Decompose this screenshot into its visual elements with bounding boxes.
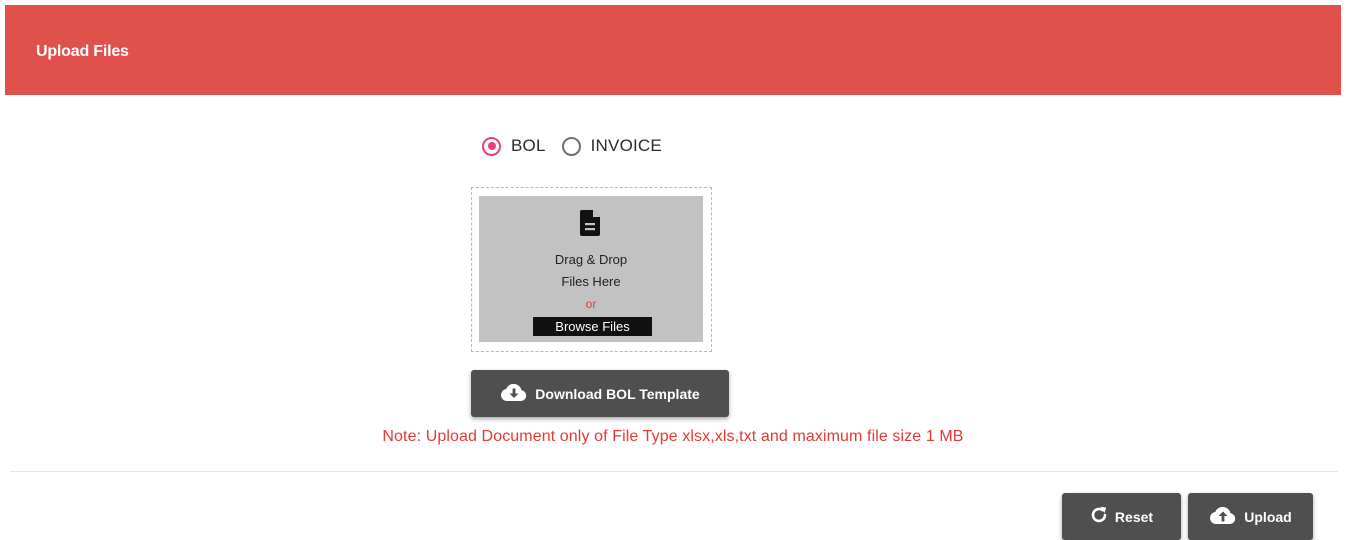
page-header: Upload Files [5, 5, 1341, 95]
file-drop-zone[interactable]: Drag & Drop Files Here or Browse Files [471, 187, 712, 352]
radio-button-invoice[interactable] [561, 136, 581, 156]
reset-label: Reset [1114, 508, 1154, 525]
radio-option-invoice[interactable]: INVOICE [561, 136, 662, 156]
cloud-upload-icon [1209, 505, 1237, 528]
browse-files-button[interactable]: Browse Files [533, 317, 652, 336]
upload-button[interactable]: Upload [1188, 493, 1313, 540]
file-document-icon [580, 210, 602, 241]
reset-button[interactable]: Reset [1062, 493, 1181, 540]
radio-label-bol: BOL [511, 136, 546, 155]
download-template-button[interactable]: Download BOL Template [471, 370, 729, 417]
drag-drop-text: Drag & Drop [554, 252, 628, 267]
page-title: Upload Files [36, 43, 129, 60]
top-margin [0, 0, 1346, 5]
files-here-text: Files Here [561, 274, 621, 289]
refresh-icon [1090, 506, 1108, 527]
file-type-note: Note: Upload Document only of File Type … [382, 428, 964, 445]
document-type-radio-group: BOL INVOICE [482, 133, 678, 159]
section-divider [10, 471, 1338, 472]
download-template-label: Download BOL Template [535, 385, 700, 402]
or-text: or [585, 297, 597, 311]
drop-zone-inner[interactable]: Drag & Drop Files Here or Browse Files [479, 196, 703, 342]
upload-label: Upload [1244, 508, 1292, 525]
radio-option-bol[interactable]: BOL [482, 136, 546, 156]
cloud-download-icon [500, 382, 528, 405]
radio-label-invoice: INVOICE [590, 136, 662, 155]
radio-button-bol[interactable] [482, 136, 501, 156]
